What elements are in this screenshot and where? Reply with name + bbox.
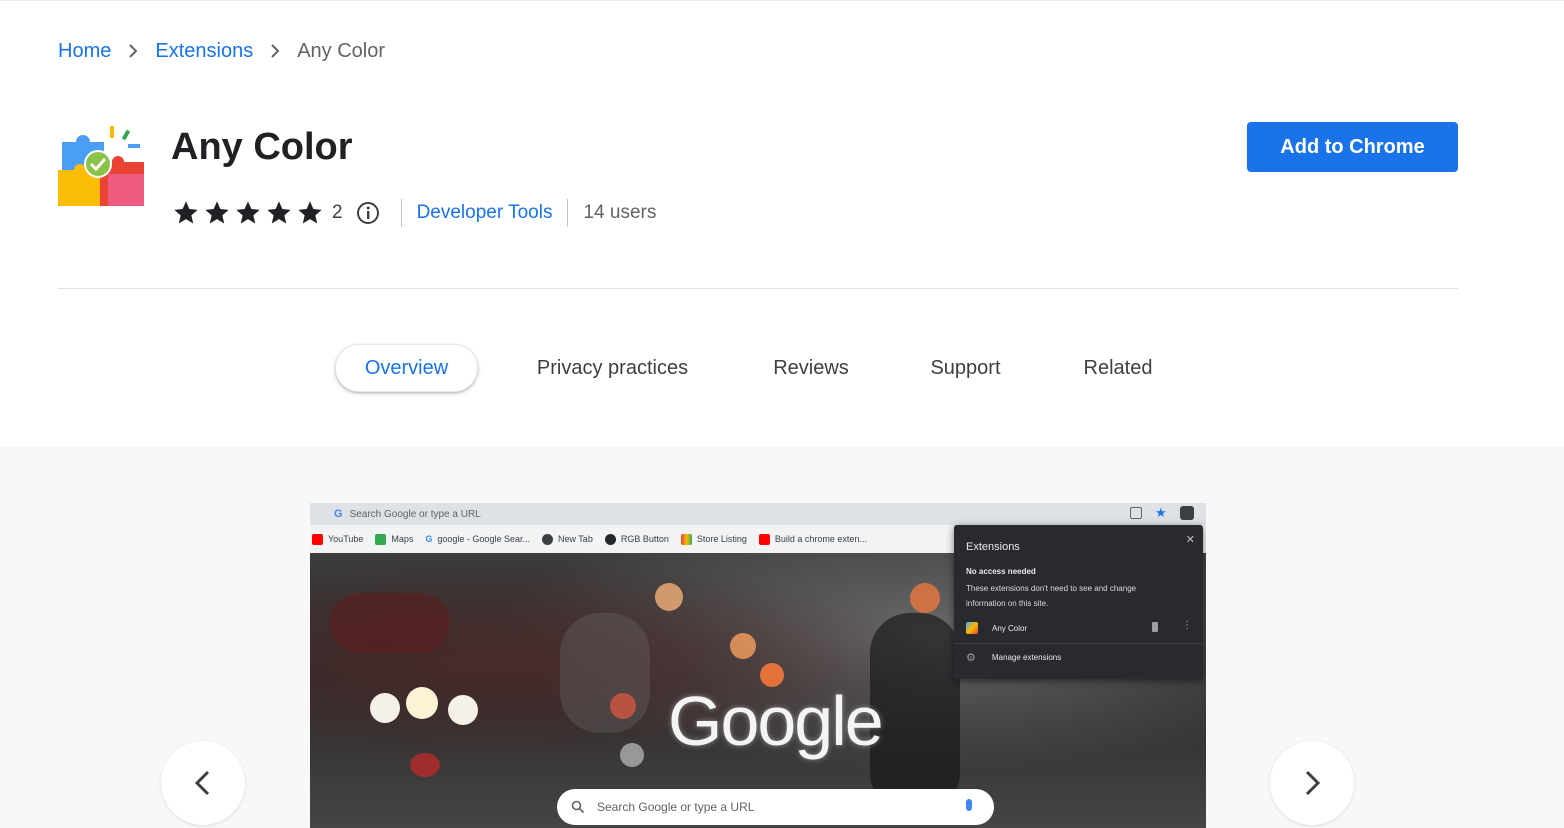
breadcrumb-current: Any Color — [297, 39, 386, 62]
close-icon: ✕ — [1185, 534, 1195, 546]
bookmark-label: New Tab — [557, 534, 593, 544]
tab-overview[interactable]: Overview — [335, 344, 478, 392]
rainbow-icon — [680, 533, 692, 545]
search-icon — [571, 800, 585, 814]
header-divider — [58, 288, 1458, 289]
youtube-icon — [312, 533, 323, 545]
star-icon — [298, 201, 322, 224]
bokeh-light — [370, 693, 400, 723]
chevron-right-icon — [111, 44, 155, 58]
top-border — [0, 0, 1564, 1]
screenshot-omnibox: G Search Google or type a URL ★ — [310, 503, 1206, 525]
screenshot-search-box: Search Google or type a URL — [557, 789, 994, 825]
popup-extension-item: Any Color ⋮ — [966, 619, 1194, 637]
popup-title: Extensions — [966, 541, 1020, 553]
google-g-icon: G — [334, 508, 343, 520]
tab-reviews[interactable]: Reviews — [752, 344, 870, 392]
previous-screenshot-button[interactable] — [161, 741, 245, 825]
tab-support[interactable]: Support — [905, 344, 1026, 392]
maps-icon — [375, 533, 387, 545]
pin-icon — [1152, 622, 1158, 632]
bookmark: New Tab — [541, 533, 593, 545]
bookmark: Maps — [375, 533, 414, 545]
bokeh-light — [406, 687, 438, 719]
bokeh-light — [620, 743, 644, 767]
popup-description-line: These extensions don't need to see and c… — [966, 584, 1137, 593]
user-count: 14 users — [583, 202, 657, 223]
rating-count: 2 — [332, 202, 343, 223]
screenshot-gallery: G Search Google or type a URL ★ YouTube … — [0, 447, 1564, 828]
popup-description-line: information on this site. — [966, 599, 1049, 608]
bokeh-light — [910, 583, 940, 613]
add-to-chrome-button[interactable]: Add to Chrome — [1247, 122, 1458, 172]
bookmark-label: Build a chrome exten... — [774, 534, 867, 544]
globe-icon — [541, 533, 553, 545]
popup-subtitle: No access needed — [966, 567, 1036, 576]
bokeh-light — [730, 633, 756, 659]
popup-divider — [954, 643, 1203, 644]
tab-related[interactable]: Related — [1060, 344, 1176, 392]
youtube-icon — [758, 533, 770, 545]
screenshot-image: G Search Google or type a URL ★ YouTube … — [310, 503, 1206, 828]
breadcrumb: Home Extensions Any Color — [58, 38, 385, 64]
bookmark-label: Maps — [391, 534, 414, 544]
star-icon — [267, 201, 291, 224]
github-icon — [604, 533, 616, 545]
star-icon — [205, 201, 229, 224]
star-icon: ★ — [1155, 505, 1167, 520]
share-icon — [1130, 507, 1142, 519]
rating-stars — [172, 199, 324, 227]
extension-title: Any Color — [171, 126, 353, 168]
bookmark-label: YouTube — [328, 534, 364, 544]
breadcrumb-extensions[interactable]: Extensions — [155, 40, 253, 63]
meta-divider — [400, 199, 402, 227]
meta-divider — [567, 199, 569, 227]
chevron-right-icon — [253, 44, 297, 58]
popup-extension-name: Any Color — [992, 623, 1028, 633]
bokeh-light — [655, 583, 683, 611]
bookmark-label: Store Listing — [696, 534, 747, 544]
bokeh-light — [870, 613, 960, 813]
google-logo: Google — [668, 682, 884, 760]
star-icon — [236, 201, 260, 224]
chevron-left-icon — [194, 770, 210, 796]
category-link[interactable]: Developer Tools — [417, 202, 553, 224]
extension-logo-icon — [966, 622, 978, 634]
more-vert-icon: ⋮ — [1182, 620, 1192, 631]
screenshot-search-placeholder: Search Google or type a URL — [597, 800, 755, 814]
popup-manage-extensions: ⚙ Manage extensions — [966, 651, 1061, 664]
extension-logo-icon — [58, 122, 144, 208]
bookmark: RGB Button — [604, 533, 669, 545]
extension-meta: 2 Developer Tools 14 users — [172, 198, 656, 228]
bokeh-light — [330, 593, 450, 653]
info-icon[interactable] — [355, 200, 381, 226]
bookmark: YouTube — [312, 533, 364, 545]
popup-description: These extensions don't need to see and c… — [966, 581, 1186, 611]
chevron-right-icon — [1305, 770, 1321, 796]
star-icon — [174, 201, 198, 224]
bokeh-light — [560, 613, 650, 733]
bookmark: Build a chrome exten... — [758, 533, 867, 545]
microphone-icon — [966, 799, 972, 811]
breadcrumb-home[interactable]: Home — [58, 40, 111, 63]
bokeh-light — [448, 695, 478, 725]
bookmark-label: RGB Button — [620, 534, 669, 544]
bookmark: Store Listing — [680, 533, 747, 545]
tab-privacy-practices[interactable]: Privacy practices — [510, 344, 715, 392]
screenshot-extensions-popup: Extensions ✕ No access needed These exte… — [954, 525, 1203, 679]
puzzle-icon — [1180, 506, 1194, 520]
next-screenshot-button[interactable] — [1270, 741, 1354, 825]
bookmark-label: google - Google Sear... — [437, 534, 530, 544]
bokeh-light — [410, 753, 440, 777]
bookmark: Ggoogle - Google Sear... — [425, 534, 530, 544]
gear-icon: ⚙ — [966, 652, 976, 664]
screenshot-omnibox-text: Search Google or type a URL — [349, 508, 481, 520]
google-g-icon: G — [425, 534, 433, 544]
popup-manage-label: Manage extensions — [991, 653, 1062, 662]
tab-bar: Overview Privacy practices Reviews Suppo… — [0, 344, 1564, 392]
